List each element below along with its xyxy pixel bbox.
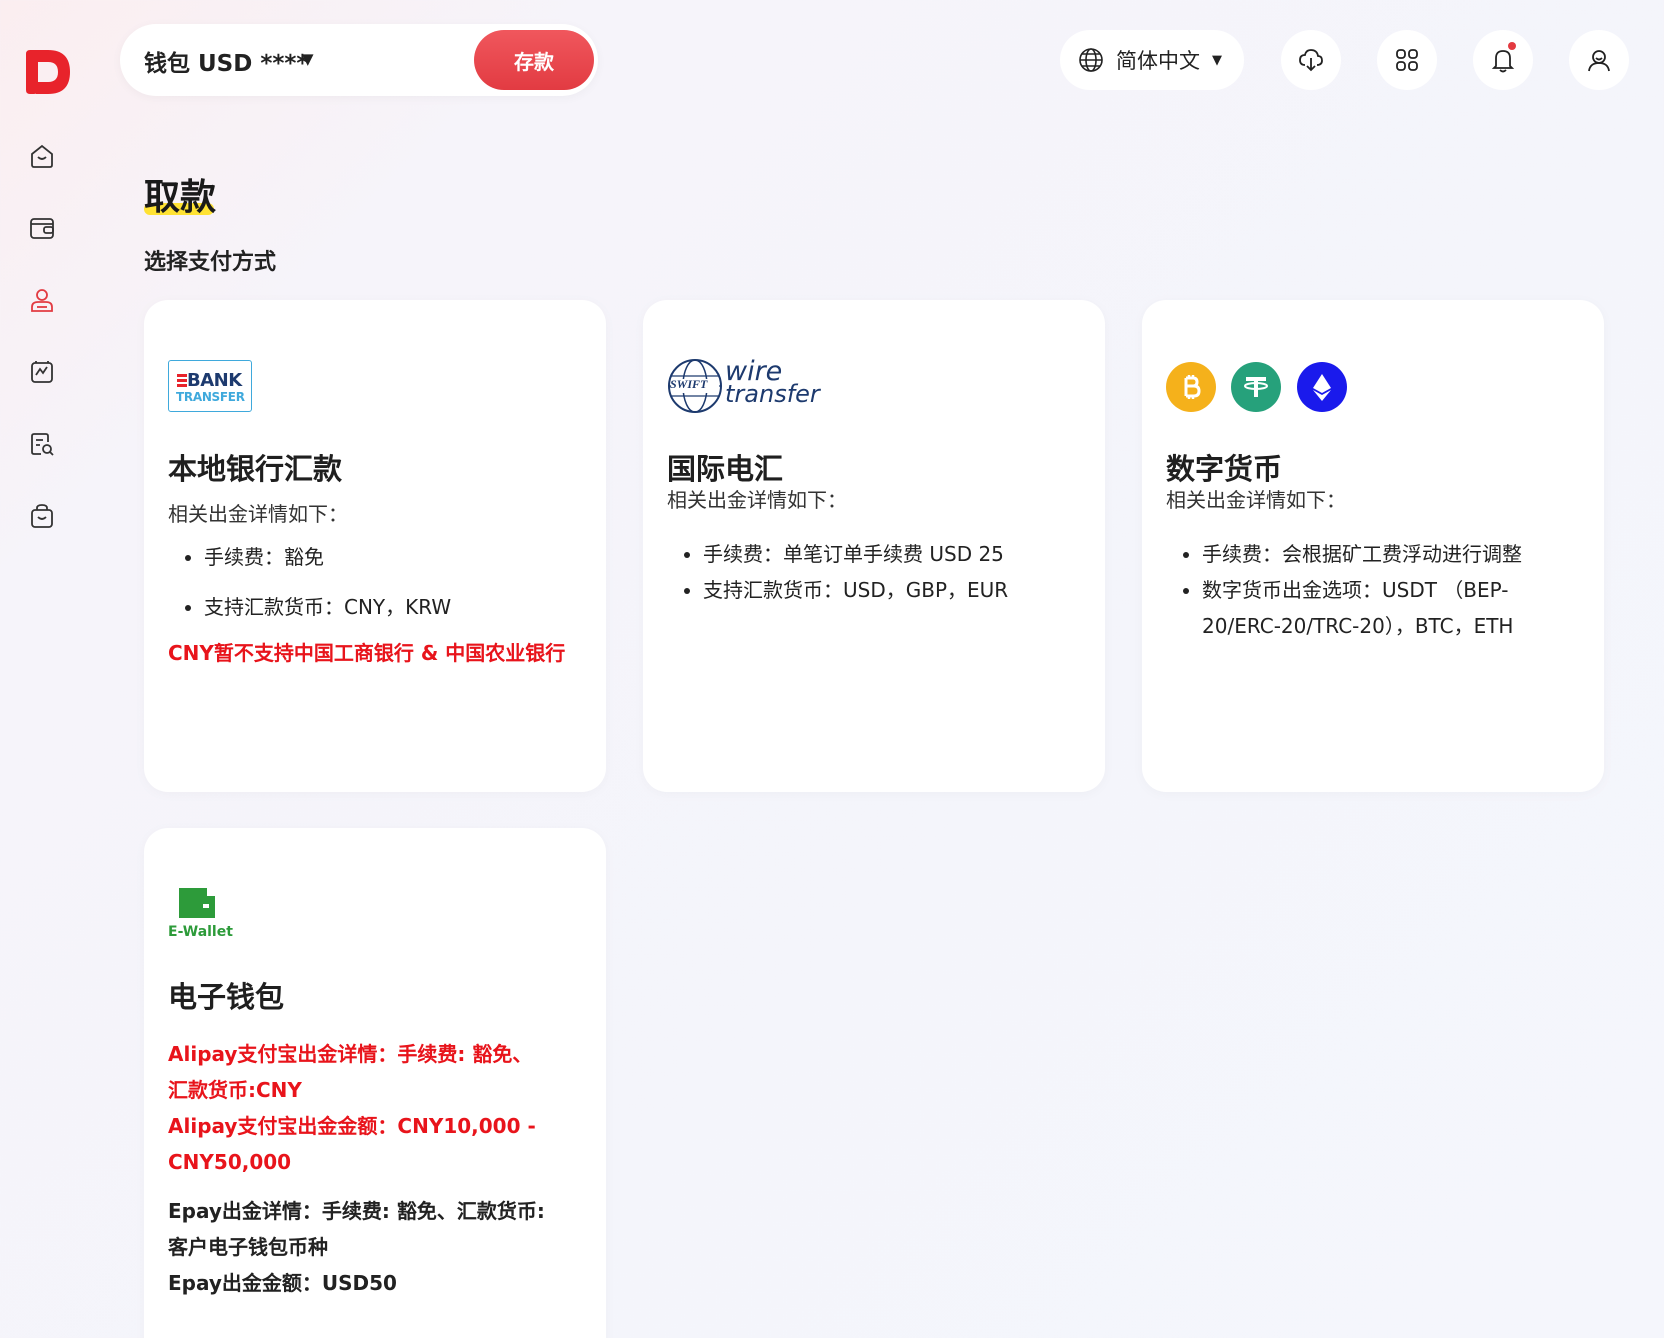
bank-transfer-logo: BANK TRANSFER (168, 360, 252, 412)
shopping-bag-icon (31, 504, 53, 528)
sidebar-item-reports[interactable] (26, 356, 58, 388)
sidebar-item-shop[interactable] (26, 500, 58, 532)
bank-logo-line2: TRANSFER (176, 390, 245, 404)
wallet-selector[interactable]: 钱包 USD **** ▼ 存款 (120, 24, 598, 96)
sidebar (0, 0, 95, 1338)
document-search-icon (31, 433, 54, 456)
page-title: 取款 (144, 177, 217, 218)
profile-button[interactable] (1569, 30, 1629, 90)
card-details-list: 手续费：豁免 支持汇款货币：CNY，KRW (168, 532, 451, 632)
card-title: 本地银行汇款 (168, 452, 343, 486)
alipay-amount: Alipay支付宝出金金额：CNY10,000 - CNY50,000 (168, 1114, 536, 1174)
bitcoin-icon (1166, 362, 1216, 412)
language-selector[interactable]: 简体中文 ▼ (1060, 30, 1244, 90)
chevron-down-icon: ▼ (1212, 52, 1222, 68)
transfer-text: transfer (725, 380, 820, 408)
card-subtitle: 相关出金详情如下： (168, 502, 348, 526)
brand-logo[interactable] (22, 46, 74, 98)
card-title: 数字货币 (1166, 452, 1283, 486)
bank-warning-note: CNY暂不支持中国工商银行 & 中国农业银行 (168, 641, 566, 665)
list-item: 手续费：会根据矿工费浮动进行调整 (1202, 536, 1566, 572)
sidebar-item-records[interactable] (26, 428, 58, 460)
chevron-down-icon: ▼ (302, 50, 314, 68)
card-details-list: 手续费：单笔订单手续费 USD 25 支持汇款货币：USD，GBP，EUR (667, 536, 1008, 608)
epay-amount: Epay出金金额：USD50 (168, 1271, 397, 1295)
card-details-list: 手续费：会根据矿工费浮动进行调整 数字货币出金选项：USDT （BEP-20/E… (1166, 536, 1566, 644)
section-label: 选择支付方式 (144, 250, 277, 275)
bank-logo-line1: BANK (187, 370, 242, 391)
card-subtitle: 相关出金详情如下： (667, 488, 847, 512)
apps-button[interactable] (1377, 30, 1437, 90)
profile-icon (1588, 50, 1610, 72)
ewallet-logo-text: E-Wallet (168, 924, 233, 940)
download-button[interactable] (1281, 30, 1341, 90)
tether-icon (1231, 362, 1281, 412)
epay-detail: Epay出金详情：手续费: 豁免、汇款货币:客户电子钱包币种 (168, 1199, 545, 1259)
chart-icon (31, 361, 53, 383)
list-item: 支持汇款货币：USD，GBP，EUR (703, 572, 1008, 608)
ethereum-icon (1297, 362, 1347, 412)
list-item: 支持汇款货币：CNY，KRW (204, 582, 451, 632)
payment-card-ewallet[interactable]: E-Wallet 电子钱包 Alipay支付宝出金详情：手续费: 豁免、汇款货币… (144, 828, 606, 1338)
ewallet-logo: E-Wallet (168, 886, 238, 942)
payment-card-bank-transfer[interactable]: BANK TRANSFER 本地银行汇款 相关出金详情如下： 手续费：豁免 支持… (144, 300, 606, 792)
sidebar-item-wallet[interactable] (26, 212, 58, 244)
card-title: 国际电汇 (667, 452, 784, 486)
notification-badge (1508, 42, 1516, 50)
globe-icon (1079, 48, 1103, 72)
sidebar-item-account[interactable] (26, 284, 58, 316)
alipay-detail: Alipay支付宝出金详情：手续费: 豁免、汇款货币:CNY (168, 1042, 533, 1102)
swift-wire-logo: SWIFT wire transfer (667, 356, 827, 414)
list-item: 手续费：单笔订单手续费 USD 25 (703, 536, 1008, 572)
notifications-button[interactable] (1473, 30, 1533, 90)
deposit-button[interactable]: 存款 (474, 30, 594, 90)
list-item: 手续费：豁免 (204, 532, 451, 582)
card-title: 电子钱包 (168, 980, 285, 1014)
card-subtitle: 相关出金详情如下： (1166, 488, 1346, 512)
user-icon (31, 289, 53, 312)
bell-icon (1491, 50, 1515, 73)
apps-icon (1396, 49, 1418, 71)
language-label: 简体中文 (1116, 49, 1200, 73)
list-item: 数字货币出金选项：USDT （BEP-20/ERC-20/TRC-20），BTC… (1202, 572, 1566, 644)
wallet-icon (179, 888, 215, 918)
wallet-label: 钱包 USD **** (144, 51, 309, 77)
sidebar-item-home[interactable] (26, 140, 58, 172)
payment-card-crypto[interactable]: 数字货币 相关出金详情如下： 手续费：会根据矿工费浮动进行调整 数字货币出金选项… (1142, 300, 1604, 792)
home-icon (31, 144, 53, 168)
wallet-icon (30, 218, 54, 239)
swift-text: SWIFT (670, 377, 708, 391)
cloud-download-icon (1299, 49, 1323, 72)
payment-card-wire-transfer[interactable]: SWIFT wire transfer 国际电汇 相关出金详情如下： 手续费：单… (643, 300, 1105, 792)
